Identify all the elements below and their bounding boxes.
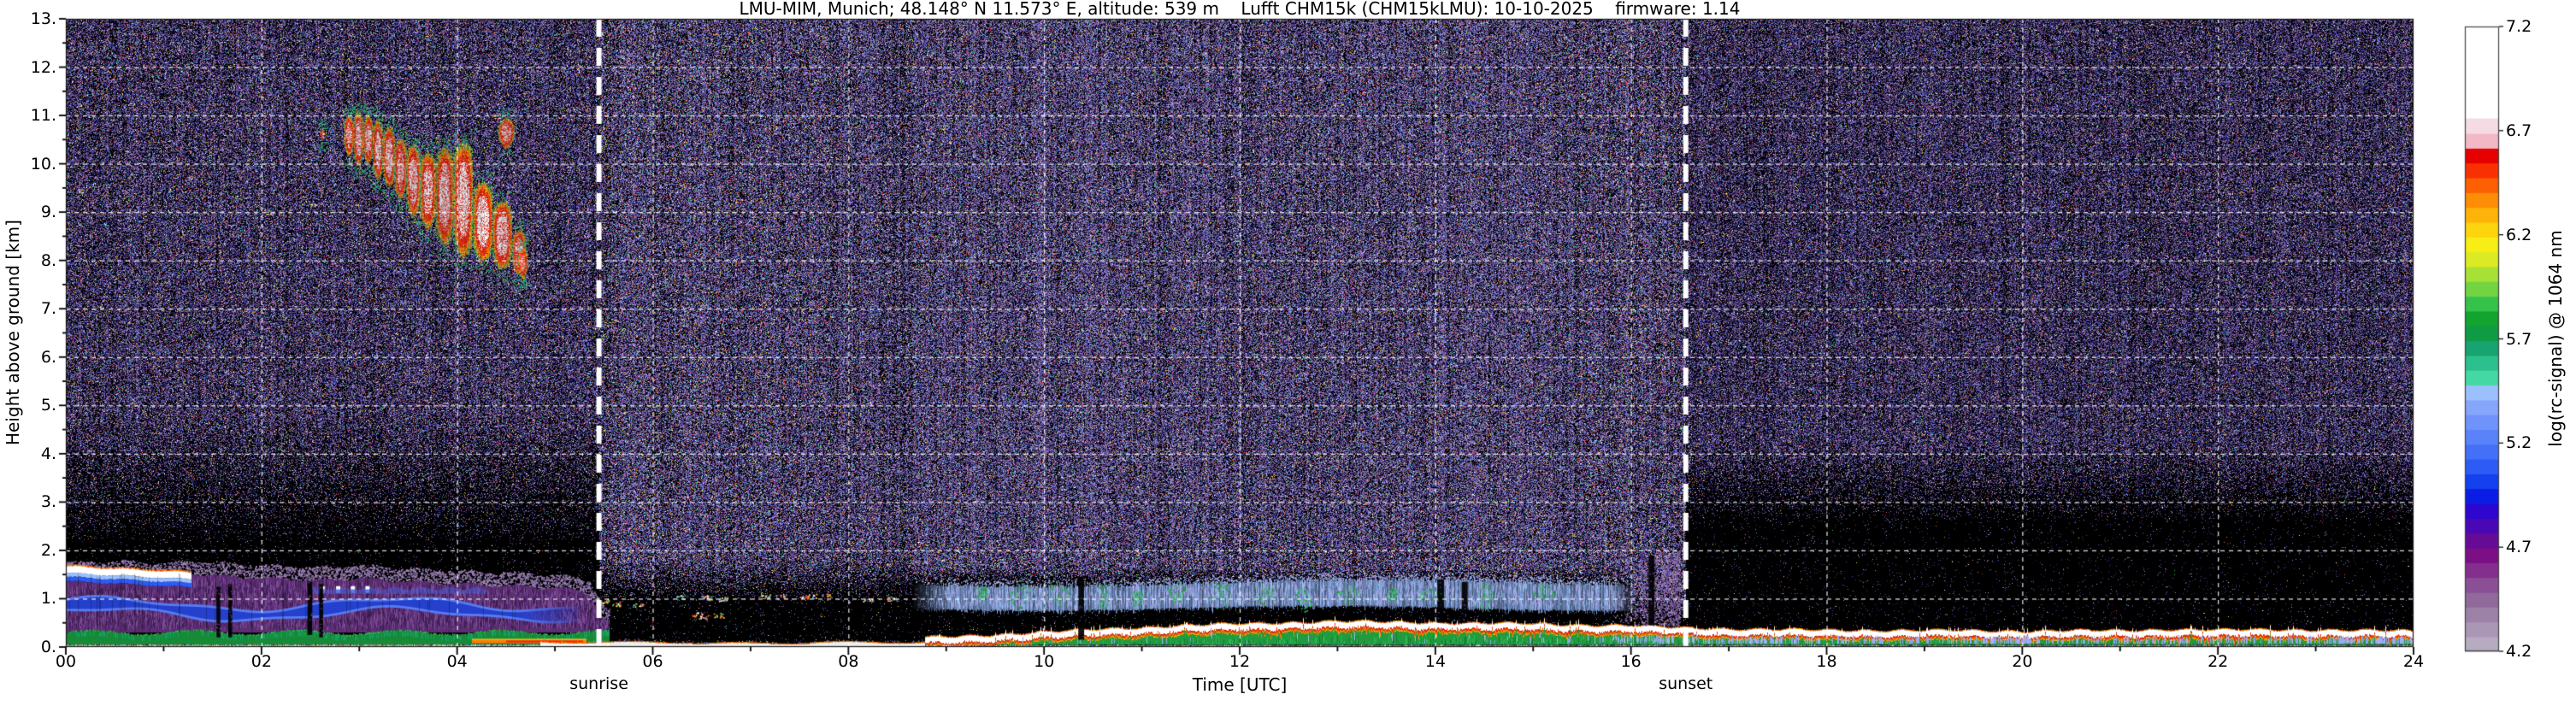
y-tick-label: 6. <box>40 347 56 367</box>
x-tick-label: 12 <box>1229 652 1251 671</box>
x-tick-label: 14 <box>1424 652 1446 671</box>
y-tick-label: 13. <box>30 9 56 28</box>
y-tick-label: 2. <box>40 540 56 560</box>
y-tick-label: 4. <box>40 444 56 463</box>
colorbar-tick-label: 4.7 <box>2506 538 2532 557</box>
plot-title: LMU-MIM, Munich; 48.148° N 11.573° E, al… <box>739 0 1741 19</box>
x-tick-label: 18 <box>1816 652 1837 671</box>
colorbar-tick-label: 4.2 <box>2506 642 2532 661</box>
x-axis-label: Time [UTC] <box>1192 674 1288 695</box>
x-tick-label: 08 <box>838 652 859 671</box>
sunrise-label: sunrise <box>569 674 628 693</box>
x-tick-label: 16 <box>1620 652 1642 671</box>
y-tick-label: 7. <box>40 299 56 319</box>
y-tick-label: 3. <box>40 492 56 512</box>
colorbar-tick-label: 7.2 <box>2506 17 2532 36</box>
x-tick-label: 02 <box>251 652 272 671</box>
x-tick-label: 24 <box>2402 652 2425 671</box>
x-tick-label: 04 <box>446 652 468 671</box>
x-tick-label: 20 <box>2012 652 2033 671</box>
y-tick-label: 1. <box>40 589 56 609</box>
y-tick-label: 5. <box>40 396 56 415</box>
colorbar-tick-label: 5.7 <box>2506 329 2532 349</box>
x-tick-label: 10 <box>1034 652 1055 671</box>
y-tick-label: 9. <box>40 203 56 222</box>
colorbar-tick-label: 6.7 <box>2506 121 2532 140</box>
y-tick-label: 10. <box>30 154 56 174</box>
x-tick-label: 22 <box>2208 652 2229 671</box>
sunset-label: sunset <box>1659 674 1713 693</box>
y-tick-label: 12. <box>30 57 56 77</box>
x-tick-label: 00 <box>55 652 77 671</box>
x-tick-label: 06 <box>642 652 663 671</box>
colorbar-tick-label: 6.2 <box>2506 225 2532 244</box>
y-tick-label: 8. <box>40 250 56 270</box>
y-tick-label: 11. <box>30 106 56 126</box>
ceilometer-figure: LMU-MIM, Munich; 48.148° N 11.573° E, al… <box>0 0 2576 706</box>
ceilometer-heatmap-canvas <box>0 0 2576 706</box>
colorbar-tick-label: 5.2 <box>2506 433 2532 453</box>
